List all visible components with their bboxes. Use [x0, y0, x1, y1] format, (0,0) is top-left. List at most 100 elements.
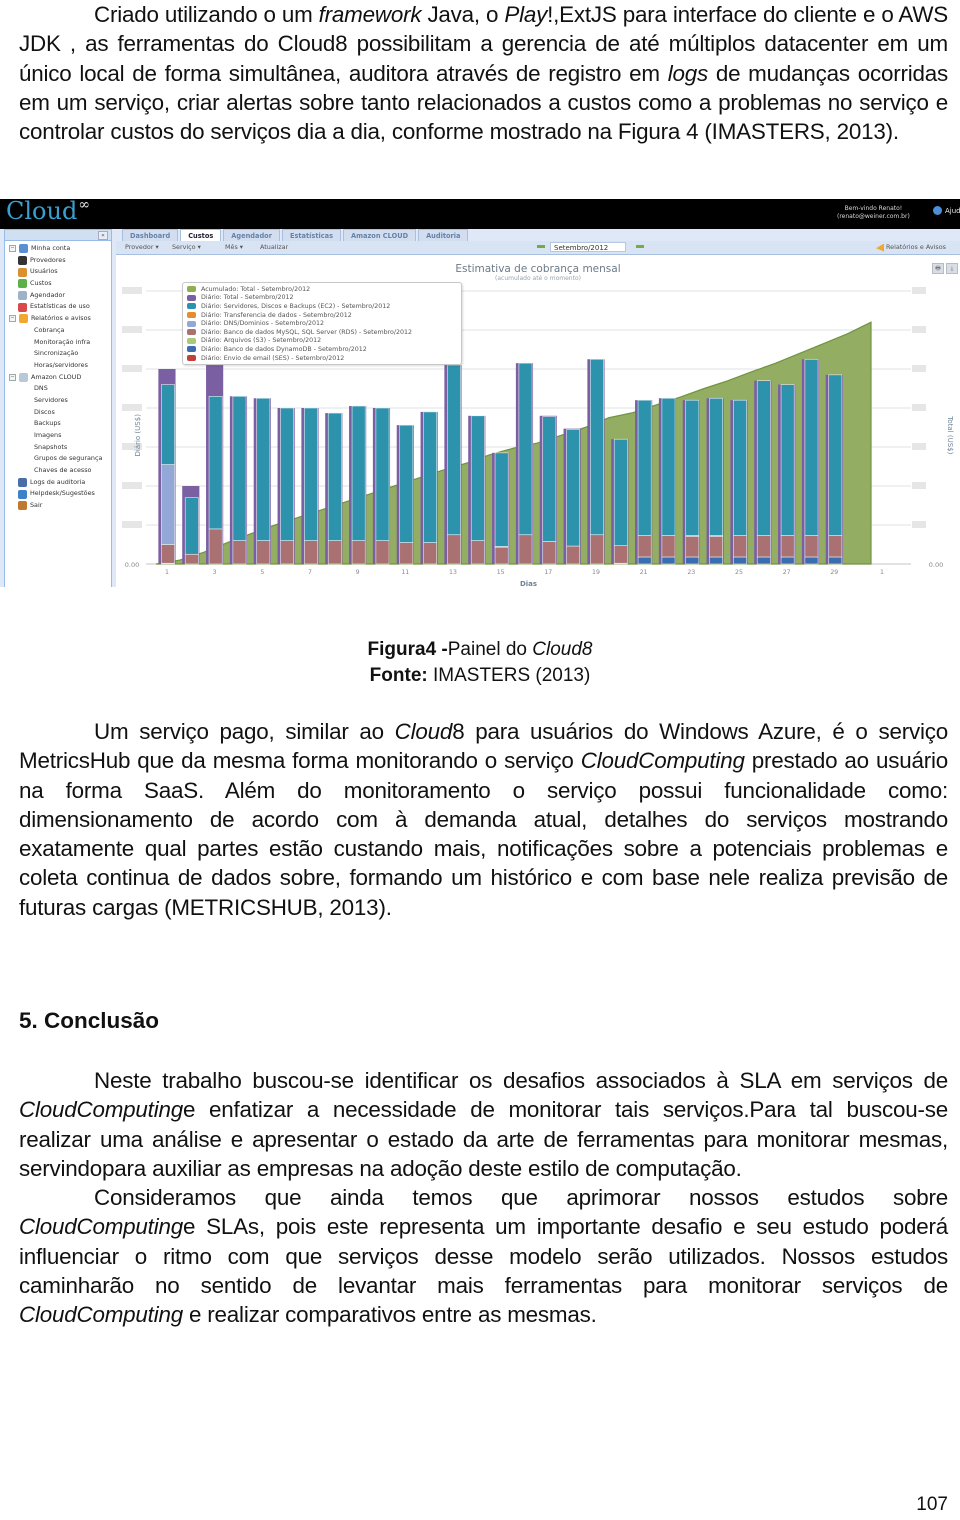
y2-tick-label-redacted [912, 482, 926, 489]
collapse-toggle-icon[interactable]: − [9, 245, 16, 253]
legend-swatch [187, 312, 196, 319]
legend-item[interactable]: Diário: Transferencia de dados - Setembr… [187, 311, 457, 320]
sidebar: « − Minha conta Provedores Usuários Custos Ag… [4, 229, 112, 587]
collapse-toggle-icon[interactable]: − [9, 373, 16, 381]
sidebar-item-custos[interactable]: Custos [5, 278, 111, 290]
print-button[interactable]: 🖶 [932, 263, 944, 274]
sidebar-item-discos[interactable]: Discos [5, 407, 111, 419]
italic-term: CloudComputing [19, 1302, 183, 1328]
bar-segment-dynamodb [780, 556, 795, 565]
sidebar-item-provedores[interactable]: Provedores [5, 255, 111, 267]
bar-segment-rds [566, 545, 581, 565]
legend-swatch [187, 337, 196, 344]
italic-term: CloudComputing [19, 1214, 183, 1240]
sidebar-item-agendador[interactable]: Agendador [5, 290, 111, 302]
server-icon [18, 256, 27, 266]
legend-swatch [187, 346, 196, 353]
legend-item[interactable]: Diário: DNS/Dominios - Setembro/2012 [187, 319, 457, 328]
sidebar-item-label: Snapshots [34, 442, 68, 451]
y2-tick-label-redacted [912, 287, 926, 294]
main-panel: Dashboard Custos Agendador Estatísticas Amaz… [116, 229, 960, 587]
bar-segment-rds [661, 535, 676, 558]
legend-item[interactable]: Diário: Servidores, Discos e Backups (EC… [187, 302, 457, 311]
sidebar-item-logs-de-auditoria[interactable]: Logs de auditoria [5, 477, 111, 489]
collapse-toggle-icon[interactable]: − [9, 315, 16, 323]
sidebar-item-label: DNS [34, 384, 48, 393]
italic-term: Cloud [394, 719, 453, 744]
legend-item[interactable]: Diário: Envio de email (SES) - Setembro/… [187, 354, 457, 363]
legend-item[interactable]: Diário: Arquivos (S3) - Setembro/2012 [187, 337, 457, 346]
conclusion-text-2: Consideramos que ainda temos que aprimor… [19, 1183, 948, 1329]
y2-tick-label-redacted [912, 326, 926, 333]
sidebar-item-cobranca[interactable]: Cobrança [5, 325, 111, 337]
italic-term: framework [318, 2, 422, 27]
bar-segment-ec2 [161, 384, 175, 465]
sidebar-item-usuarios[interactable]: Usuários [5, 266, 111, 278]
y-tick-label-redacted [122, 521, 142, 528]
bar-segment-rds [304, 540, 318, 565]
bar-segment-dynamodb [828, 556, 843, 565]
cloud-icon [19, 372, 28, 382]
legend-swatch [187, 355, 196, 362]
legend-label: Diário: Arquivos (S3) - Setembro/2012 [201, 337, 322, 345]
y-tick-label-redacted [122, 326, 142, 333]
italic-term: logs [667, 60, 708, 86]
download-button[interactable]: ⤓ [946, 263, 958, 274]
sidebar-item-dns[interactable]: DNS [5, 383, 111, 395]
chart-actions: 🖶 ⤓ [932, 263, 958, 274]
y-tick-label: 0.00 [125, 561, 139, 569]
sidebar-item-grupos-de-seguranca[interactable]: Grupos de segurança [5, 453, 111, 465]
sidebar-item-label: Helpdesk/Sugestões [30, 489, 95, 498]
help-button[interactable]: Ajuda [933, 206, 960, 215]
sidebar-item-imagens[interactable]: Imagens [5, 430, 111, 442]
intro-text: Criado utilizando o um framework Java, o… [19, 0, 948, 146]
calendar-icon [18, 291, 27, 301]
y-tick-label-redacted [122, 482, 142, 489]
sidebar-item-label: Grupos de segurança [34, 454, 103, 463]
bar-segment-ec2 [828, 374, 843, 536]
bar-segment-rds [232, 540, 247, 565]
legend-label: Diário: Envio de email (SES) - Setembro/… [201, 354, 345, 362]
user-icon [19, 244, 28, 254]
sidebar-item-snapshots[interactable]: Snapshots [5, 442, 111, 454]
cloud8-dashboard-screenshot: Cloud∞ Bem-vindo Renato! (renato@weiner.… [0, 199, 960, 587]
bar-segment-ec2 [208, 396, 223, 530]
sidebar-item-amazon-cloud[interactable]: − Amazon CLOUD [5, 372, 111, 384]
sidebar-item-label: Provedores [30, 255, 66, 264]
sidebar-item-horas-servidores[interactable]: Horas/servidores [5, 360, 111, 372]
sidebar-item-sair[interactable]: Sair [5, 500, 111, 512]
legend-item[interactable]: Acumulado: Total - Setembro/2012 [187, 285, 457, 294]
y-tick-label-redacted [122, 404, 142, 411]
sidebar-item-label: Estatísticas de uso [30, 302, 90, 311]
help-icon [933, 206, 942, 215]
bar-segment-rds [637, 535, 652, 558]
bar-segment-dynamodb [685, 556, 700, 565]
bar-segment-ec2 [613, 438, 628, 546]
text-run: Criado utilizando o um [94, 2, 319, 27]
collapse-sidebar-button[interactable]: « [98, 231, 108, 240]
report-icon [19, 314, 28, 324]
legend-item[interactable]: Diário: Banco de dados DynamoDB - Setemb… [187, 345, 457, 354]
users-icon [18, 267, 27, 277]
legend-swatch [187, 329, 196, 336]
intro-paragraph: Criado utilizando o um framework Java, o… [19, 0, 948, 146]
x-tick-label: 11 [401, 569, 409, 576]
sidebar-item-backups[interactable]: Backups [5, 418, 111, 430]
sidebar-item-chaves-de-acesso[interactable]: Chaves de acesso [5, 465, 111, 477]
sidebar-item-minha-conta[interactable]: − Minha conta [5, 243, 111, 255]
conclusion-paragraphs: Neste trabalho buscou-se identificar os … [19, 1066, 948, 1330]
bar-segment-rds [685, 536, 700, 558]
sidebar-item-relatorios-e-avisos[interactable]: − Relatórios e avisos [5, 313, 111, 325]
sidebar-item-servidores[interactable]: Servidores [5, 395, 111, 407]
sidebar-item-monitoracao-infra[interactable]: Monitoração infra [5, 337, 111, 349]
y-tick-label-redacted [122, 365, 142, 372]
bar-segment-rds [327, 540, 342, 565]
legend-item[interactable]: Diário: Total - Setembro/2012 [187, 294, 457, 303]
bar-segment-ec2 [566, 429, 581, 547]
sidebar-item-estatisticas-de-uso[interactable]: Estatísticas de uso [5, 301, 111, 313]
legend-item[interactable]: Diário: Banco de dados MySQL, SQL Server… [187, 328, 457, 337]
y-tick-label-redacted [122, 287, 142, 294]
sidebar-item-sincronizacao[interactable]: Sincronização [5, 348, 111, 360]
sidebar-item-helpdesk-sugestoes[interactable]: Helpdesk/Sugestões [5, 488, 111, 500]
bar-segment-ec2 [184, 497, 199, 555]
